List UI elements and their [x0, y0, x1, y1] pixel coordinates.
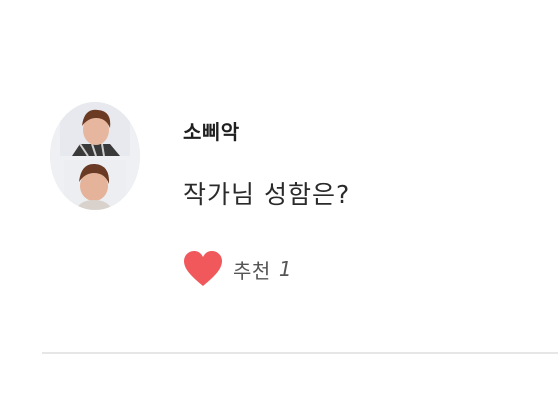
recommend-button[interactable]: 추천 1 — [183, 249, 292, 289]
avatar-photo — [50, 102, 140, 210]
comment-author[interactable]: 소삐악 — [183, 116, 240, 145]
recommend-label: 추천 — [233, 258, 271, 283]
comment-text: 작가님 성함은? — [183, 180, 351, 209]
comment-item: 소삐악 작가님 성함은? 추천 1 — [0, 0, 558, 360]
avatar[interactable] — [50, 102, 140, 210]
divider — [42, 352, 558, 354]
recommend-count: 1 — [278, 257, 292, 281]
heart-icon — [184, 251, 222, 286]
